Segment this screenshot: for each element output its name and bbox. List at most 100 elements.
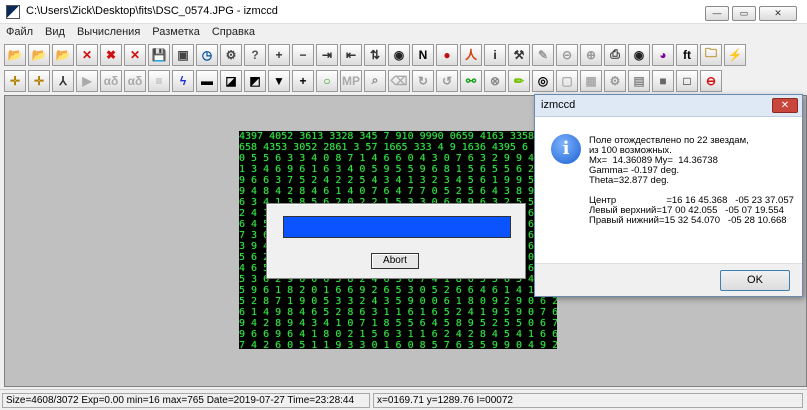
stack-icon: ▣	[177, 47, 189, 62]
triangle-square-button[interactable]: ▼	[268, 69, 290, 92]
message-box-close-button[interactable]: ✕	[772, 98, 798, 113]
open-folder-3-button[interactable]: 📂	[52, 43, 74, 66]
north-icon: N	[418, 47, 428, 62]
play-icon: ▶	[82, 73, 92, 88]
clock-icon: ◷	[201, 47, 213, 62]
palette-button[interactable]: ◉	[628, 43, 650, 66]
abort-button[interactable]: Abort	[371, 253, 419, 269]
progress-dialog: Abort	[266, 203, 526, 279]
pen-icon: ✎	[537, 47, 549, 62]
ok-button[interactable]: OK	[720, 270, 790, 291]
slash-square-icon: ◪	[225, 73, 237, 88]
stop-button[interactable]: ■	[652, 69, 674, 92]
menu-calculations[interactable]: Вычисления	[71, 24, 146, 42]
menu-help[interactable]: Справка	[206, 24, 261, 42]
search-button[interactable]: ⌕	[364, 69, 386, 92]
status-bar: Size=4608/3072 Exp=0.00 min=16 max=765 D…	[0, 389, 807, 410]
alpha-delta-2-icon: αδ	[127, 73, 143, 88]
link-2-icon: ⚯	[465, 73, 477, 88]
info-icon: i	[493, 47, 497, 62]
help-button[interactable]: ?	[244, 43, 266, 66]
rotate-button[interactable]: ↻	[412, 69, 434, 92]
maximize-button[interactable]: ▭	[732, 6, 756, 21]
corner-square-button[interactable]: ◩	[244, 69, 266, 92]
clock-button[interactable]: ◷	[196, 43, 218, 66]
plus-square-button[interactable]: +	[292, 69, 314, 92]
slash-square-button[interactable]: ◪	[220, 69, 242, 92]
gauge-button[interactable]: ⊗	[484, 69, 506, 92]
print-button[interactable]: ⎙	[604, 43, 626, 66]
layers-button[interactable]: ▤	[628, 69, 650, 92]
alpha-delta-2-button[interactable]: αδ	[124, 69, 146, 92]
status-cursor-info: x=0169.71 y=1289.76 I=00072	[373, 393, 803, 408]
target-button[interactable]: ◎	[532, 69, 554, 92]
image-button[interactable]: ▦	[580, 69, 602, 92]
north-button[interactable]: N	[412, 43, 434, 66]
save-button[interactable]: 💾	[148, 43, 170, 66]
arrow-left-button[interactable]: ⇤	[340, 43, 362, 66]
menu-markup[interactable]: Разметка	[146, 24, 206, 42]
message-box-titlebar: izmccd ✕	[535, 95, 802, 117]
angle-button[interactable]: ⅄	[52, 69, 74, 92]
info-button[interactable]: i	[484, 43, 506, 66]
hammer-button[interactable]: ⚒	[508, 43, 530, 66]
circle-button[interactable]: ○	[316, 69, 338, 92]
settings-button[interactable]: ⚙	[220, 43, 242, 66]
mp-button[interactable]: MP	[340, 69, 362, 92]
close-button[interactable]: ✕	[759, 6, 797, 21]
progress-bar	[283, 216, 511, 238]
folder-button[interactable]: 🗀	[700, 43, 722, 66]
zoom-in-button[interactable]: +	[268, 43, 290, 66]
figure-button[interactable]: 人	[460, 43, 482, 66]
flip-vertical-icon: ⇅	[369, 47, 381, 62]
film-button[interactable]: ▢	[556, 69, 578, 92]
alpha-delta-button[interactable]: αδ	[100, 69, 122, 92]
settings-icon: ⚙	[225, 47, 237, 62]
rotate-2-button[interactable]: ↺	[436, 69, 458, 92]
binoculars-button[interactable]: ⊕	[580, 43, 602, 66]
ft-button[interactable]: ft	[676, 43, 698, 66]
ft-icon: ft	[683, 47, 691, 62]
menu-file[interactable]: Файл	[0, 24, 39, 42]
message-text: Поле отождествлено по 22 звездам, из 100…	[589, 135, 794, 226]
flip-vertical-button[interactable]: ⇅	[364, 43, 386, 66]
delete-multiple-button[interactable]: ✖	[100, 43, 122, 66]
link-button[interactable]: ⊝	[556, 43, 578, 66]
globe-icon: ●	[443, 47, 451, 62]
gear-icon: ⚙	[609, 73, 621, 88]
bolt-button[interactable]: ϟ	[172, 69, 194, 92]
link-2-button[interactable]: ⚯	[460, 69, 482, 92]
play-button[interactable]: ▶	[76, 69, 98, 92]
alpha-delta-icon: αδ	[103, 73, 119, 88]
zigzag-button[interactable]: ⚡	[724, 43, 746, 66]
eye-button[interactable]: ◉	[388, 43, 410, 66]
open-folder-2-button[interactable]: 📂	[28, 43, 50, 66]
minimize-button[interactable]: —	[705, 6, 729, 21]
angle-icon: ⅄	[59, 73, 67, 88]
gear-button[interactable]: ⚙	[604, 69, 626, 92]
list-button[interactable]: ≡	[148, 69, 170, 92]
eraser-button[interactable]: ⌫	[388, 69, 410, 92]
delete-button[interactable]: ✕	[76, 43, 98, 66]
no-entry-button[interactable]: ⊖	[700, 69, 722, 92]
open-folder-3-icon: 📂	[55, 47, 71, 62]
crosshair-2-button[interactable]: ✛	[28, 69, 50, 92]
color-wheel-icon: ◕	[659, 47, 667, 62]
clear-button[interactable]: ✕	[124, 43, 146, 66]
open-folder-button[interactable]: 📂	[4, 43, 26, 66]
color-wheel-button[interactable]: ◕	[652, 43, 674, 66]
window-title: C:\Users\Zick\Desktop\fits\DSC_0574.JPG …	[26, 5, 278, 17]
menu-view[interactable]: Вид	[39, 24, 71, 42]
stack-button[interactable]: ▣	[172, 43, 194, 66]
globe-button[interactable]: ●	[436, 43, 458, 66]
crosshair-button[interactable]: ✛	[4, 69, 26, 92]
square-button[interactable]: □	[676, 69, 698, 92]
zoom-out-button[interactable]: −	[292, 43, 314, 66]
circle-icon: ○	[323, 73, 331, 88]
arrow-right-button[interactable]: ⇥	[316, 43, 338, 66]
minus-square-button[interactable]: ▬	[196, 69, 218, 92]
pen-button[interactable]: ✎	[532, 43, 554, 66]
pencil-button[interactable]: ✏	[508, 69, 530, 92]
list-icon: ≡	[155, 73, 163, 88]
layers-icon: ▤	[633, 73, 645, 88]
